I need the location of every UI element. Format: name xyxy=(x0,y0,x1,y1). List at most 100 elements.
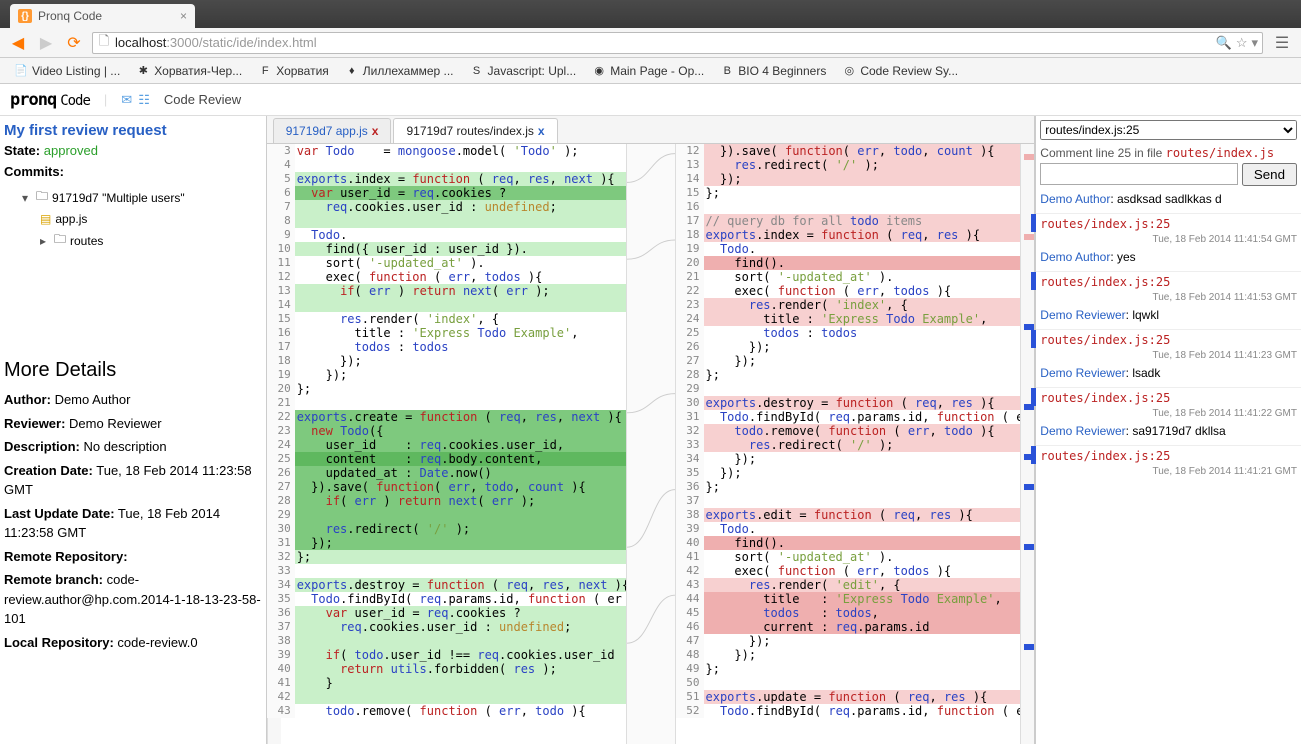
thread-header[interactable]: routes/index.js:25 xyxy=(1036,387,1301,408)
code-line[interactable]: 31 }); xyxy=(295,536,626,550)
code-line[interactable]: 27 }).save( function( err, todo, count )… xyxy=(295,480,626,494)
code-line[interactable]: 22exports.create = function ( req, res, … xyxy=(295,410,626,424)
bookmark-item[interactable]: SJavascript: Upl... xyxy=(464,62,583,80)
code-line[interactable]: 35 }); xyxy=(704,466,1035,480)
code-line[interactable]: 11 sort( '-updated_at' ). xyxy=(295,256,626,270)
code-line[interactable]: 10 find({ user_id : user_id }). xyxy=(295,242,626,256)
code-line[interactable]: 34exports.destroy = function ( req, res,… xyxy=(295,578,626,592)
code-line[interactable]: 46 current : req.params.id xyxy=(704,620,1035,634)
code-line[interactable]: 8 xyxy=(295,214,626,228)
reload-button[interactable]: ⟳ xyxy=(64,33,84,53)
tab-close-icon[interactable]: × xyxy=(180,9,187,23)
thread-header[interactable]: routes/index.js:25 xyxy=(1036,445,1301,466)
tree-file-appjs[interactable]: ▤ app.js xyxy=(4,210,262,228)
browser-tab[interactable]: {} Pronq Code × xyxy=(10,4,195,28)
file-select[interactable]: routes/index.js:25 xyxy=(1040,120,1297,140)
code-line[interactable]: 14 xyxy=(295,298,626,312)
code-line[interactable]: 14 }); xyxy=(704,172,1035,186)
file-tab[interactable]: 91719d7 routes/index.jsx xyxy=(393,118,557,143)
code-line[interactable]: 43 res.render( 'edit', { xyxy=(704,578,1035,592)
code-line[interactable]: 12 exec( function ( err, todos ){ xyxy=(295,270,626,284)
code-line[interactable]: 40 find(). xyxy=(704,536,1035,550)
close-tab-icon[interactable]: x xyxy=(372,124,379,138)
code-line[interactable]: 51exports.update = function ( req, res )… xyxy=(704,690,1035,704)
bookmark-item[interactable]: ♦Лиллехаммер ... xyxy=(339,62,460,80)
code-line[interactable]: 33 xyxy=(295,564,626,578)
code-line[interactable]: 31 Todo.findById( req.params.id, functio… xyxy=(704,410,1035,424)
code-line[interactable]: 52 Todo.findById( req.params.id, functio… xyxy=(704,704,1035,718)
code-line[interactable]: 13 res.redirect( '/' ); xyxy=(704,158,1035,172)
forward-button[interactable]: ▶ xyxy=(36,33,56,53)
search-icon[interactable]: 🔍 xyxy=(1216,35,1232,51)
url-bar[interactable]: 🗋 localhost:3000/static/ide/index.html 🔍… xyxy=(92,32,1263,54)
code-line[interactable]: 44 title : 'Express Todo Example', xyxy=(704,592,1035,606)
minimap[interactable] xyxy=(1020,144,1034,744)
code-line[interactable]: 41 sort( '-updated_at' ). xyxy=(704,550,1035,564)
code-line[interactable]: 18exports.index = function ( req, res ){ xyxy=(704,228,1035,242)
code-line[interactable]: 7 req.cookies.user_id : undefined; xyxy=(295,200,626,214)
thread-header[interactable]: routes/index.js:25 xyxy=(1036,271,1301,292)
code-line[interactable]: 19 }); xyxy=(295,368,626,382)
code-line[interactable]: 20 find(). xyxy=(704,256,1035,270)
code-line[interactable]: 42 exec( function ( err, todos ){ xyxy=(704,564,1035,578)
bookmark-item[interactable]: FХорватия xyxy=(252,62,335,80)
diff-left[interactable]: 3var Todo = mongoose.model( 'Todo' );45e… xyxy=(267,144,626,744)
code-line[interactable]: 24 title : 'Express Todo Example', xyxy=(704,312,1035,326)
code-line[interactable]: 25 content : req.body.content, xyxy=(295,452,626,466)
code-line[interactable]: 43 todo.remove( function ( err, todo ){ xyxy=(295,704,626,718)
code-line[interactable]: 28}; xyxy=(704,368,1035,382)
code-line[interactable]: 47 }); xyxy=(704,634,1035,648)
thread-header[interactable]: routes/index.js:25 xyxy=(1036,213,1301,234)
code-line[interactable]: 9 Todo. xyxy=(295,228,626,242)
bookmark-item[interactable]: ✱Хорватия-Чер... xyxy=(130,62,248,80)
code-line[interactable]: 29 xyxy=(295,508,626,522)
code-line[interactable]: 6 var user_id = req.cookies ? xyxy=(295,186,626,200)
comment-input[interactable] xyxy=(1040,163,1238,185)
code-line[interactable]: 21 xyxy=(295,396,626,410)
code-line[interactable]: 23 new Todo({ xyxy=(295,424,626,438)
dropdown-icon[interactable]: ▾ xyxy=(1251,35,1258,51)
list-icon[interactable]: ☷ xyxy=(138,92,150,108)
bookmark-item[interactable]: BBIO 4 Beginners xyxy=(714,62,832,80)
bookmark-item[interactable]: ◎Code Review Sy... xyxy=(836,62,964,80)
code-line[interactable]: 21 sort( '-updated_at' ). xyxy=(704,270,1035,284)
code-line[interactable]: 37 req.cookies.user_id : undefined; xyxy=(295,620,626,634)
code-line[interactable]: 32}; xyxy=(295,550,626,564)
code-line[interactable]: 38exports.edit = function ( req, res ){ xyxy=(704,508,1035,522)
code-line[interactable]: 4 xyxy=(295,158,626,172)
code-line[interactable]: 26 updated_at : Date.now() xyxy=(295,466,626,480)
tree-folder-routes[interactable]: ▸ 🗀 routes xyxy=(4,228,262,253)
code-line[interactable]: 18 }); xyxy=(295,354,626,368)
code-line[interactable]: 19 Todo. xyxy=(704,242,1035,256)
code-line[interactable]: 29 xyxy=(704,382,1035,396)
code-line[interactable]: 37 xyxy=(704,494,1035,508)
code-line[interactable]: 3var Todo = mongoose.model( 'Todo' ); xyxy=(295,144,626,158)
star-icon[interactable]: ☆ xyxy=(1236,35,1248,51)
code-line[interactable]: 35 Todo.findById( req.params.id, functio… xyxy=(295,592,626,606)
code-line[interactable]: 17 todos : todos xyxy=(295,340,626,354)
code-line[interactable]: 30 res.redirect( '/' ); xyxy=(295,522,626,536)
code-line[interactable]: 48 }); xyxy=(704,648,1035,662)
back-button[interactable]: ◀ xyxy=(8,33,28,53)
code-line[interactable]: 36 var user_id = req.cookies ? xyxy=(295,606,626,620)
file-tab[interactable]: 91719d7 app.jsx xyxy=(273,118,392,143)
code-line[interactable]: 49}; xyxy=(704,662,1035,676)
send-button[interactable]: Send xyxy=(1242,163,1297,186)
code-line[interactable]: 16 title : 'Express Todo Example', xyxy=(295,326,626,340)
code-line[interactable]: 39 Todo. xyxy=(704,522,1035,536)
code-line[interactable]: 26 }); xyxy=(704,340,1035,354)
code-line[interactable]: 42 xyxy=(295,690,626,704)
code-line[interactable]: 16 xyxy=(704,200,1035,214)
code-line[interactable]: 20}; xyxy=(295,382,626,396)
thread-header[interactable]: routes/index.js:25 xyxy=(1036,329,1301,350)
diff-right[interactable]: 12 }).save( function( err, todo, count )… xyxy=(676,144,1035,744)
code-line[interactable]: 32 todo.remove( function ( err, todo ){ xyxy=(704,424,1035,438)
code-line[interactable]: 15}; xyxy=(704,186,1035,200)
code-line[interactable]: 41 } xyxy=(295,676,626,690)
code-line[interactable]: 5exports.index = function ( req, res, ne… xyxy=(295,172,626,186)
code-line[interactable]: 40 return utils.forbidden( res ); xyxy=(295,662,626,676)
expand-icon[interactable]: ▸ xyxy=(40,234,50,248)
code-line[interactable]: 13 if( err ) return next( err ); xyxy=(295,284,626,298)
code-line[interactable]: 22 exec( function ( err, todos ){ xyxy=(704,284,1035,298)
collapse-icon[interactable]: ▾ xyxy=(22,191,32,205)
